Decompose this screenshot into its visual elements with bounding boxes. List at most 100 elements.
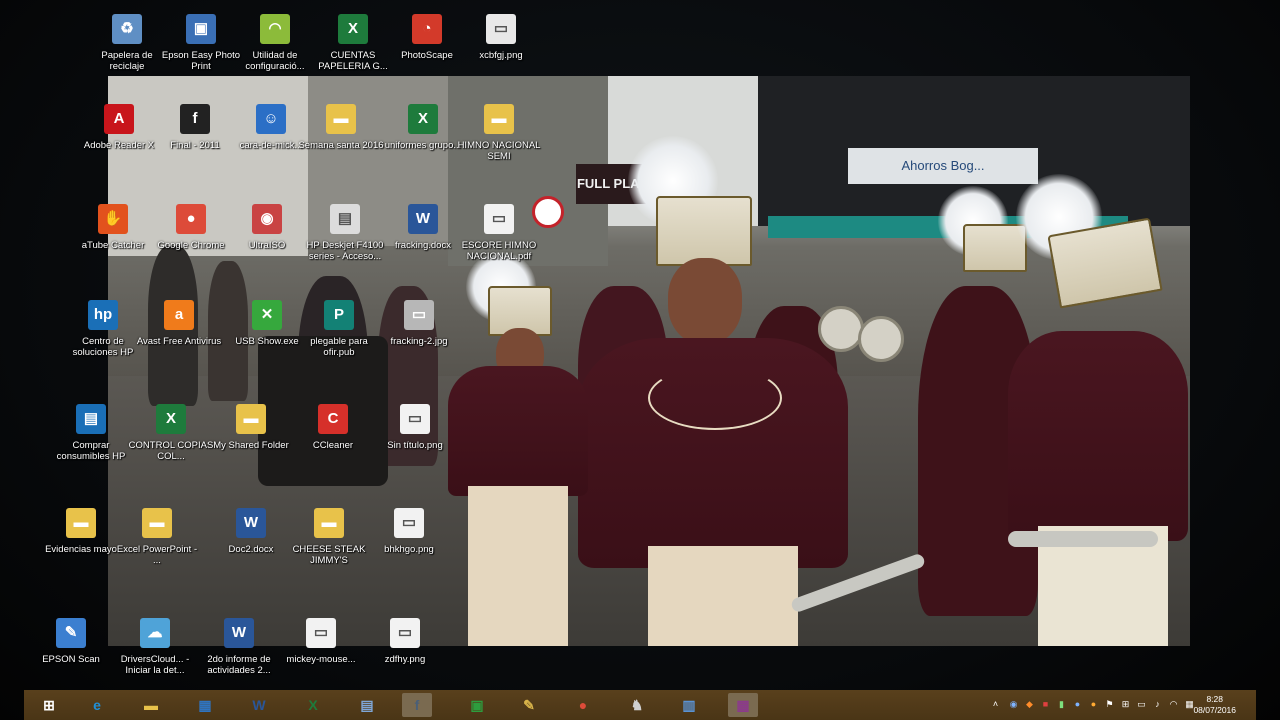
desktop-icon-himno-nacional[interactable]: ▬ HIMNO NACIONAL SEMI	[456, 104, 542, 162]
desktop-icon-label: CONTROL COPIAS COL...	[128, 440, 214, 462]
word-file-icon: W	[408, 204, 438, 234]
taskbar-start-button[interactable]: ⊞	[34, 693, 64, 717]
taskbar-word-button[interactable]: W	[244, 693, 274, 717]
pdf-icon: A	[104, 104, 134, 134]
taskbar-paint-button[interactable]: ✎	[514, 693, 544, 717]
tray-security-icon[interactable]: ◆	[1024, 699, 1035, 710]
folder-icon: ▬	[484, 104, 514, 134]
disc-icon: ◉	[252, 204, 282, 234]
desktop-icon-final-2011[interactable]: f Final - 2011	[152, 104, 238, 151]
tray-signal-icon[interactable]: ▮	[1056, 699, 1067, 710]
image-file-icon: ▭	[394, 508, 424, 538]
excel-file-icon: X	[408, 104, 438, 134]
desktop-icon-ccleaner[interactable]: C CCleaner	[290, 404, 376, 451]
desktop-icon-control-copias[interactable]: X CONTROL COPIAS COL...	[128, 404, 214, 462]
desktop-icon-atube-catcher[interactable]: ✋ aTube Catcher	[70, 204, 156, 251]
tray-wifi-icon[interactable]: ◠	[1168, 699, 1179, 710]
desktop-icon-label: fracking-2.jpg	[390, 336, 448, 347]
image-file-icon: ▭	[390, 618, 420, 648]
excel-file-icon: X	[338, 14, 368, 44]
photoscape-icon: ◔	[412, 14, 442, 44]
desktop-icon-zdfhy[interactable]: ▭ zdfhy.png	[362, 618, 448, 665]
image-file-icon: ▭	[400, 404, 430, 434]
desktop-icon-label: Final - 2011	[170, 140, 220, 151]
taskbar-ie-button[interactable]: e	[82, 693, 112, 717]
desktop-icon-escore-himno[interactable]: ▭ ESCORE HIMNO NACIONAL.pdf	[456, 204, 542, 262]
desktop-wallpaper: Ahorros Bog... FULL PLAY	[108, 76, 1190, 646]
desktop-icon-ultraiso[interactable]: ◉ UltraISO	[224, 204, 310, 251]
band-hat	[963, 224, 1027, 272]
desktop-icon-label: xcbfgj.png	[479, 50, 523, 61]
finale-icon: f	[180, 104, 210, 134]
tray-windows-icon[interactable]: ⊞	[1120, 699, 1131, 710]
chrome-icon: ●	[176, 204, 206, 234]
desktop-icon-label: ESCORE HIMNO NACIONAL.pdf	[461, 240, 537, 262]
photo-print-icon: ▣	[186, 14, 216, 44]
desktop-icon-google-chrome[interactable]: ● Google Chrome	[148, 204, 234, 251]
desktop-icon-evidencias-mayo[interactable]: ▬ Evidencias mayo	[38, 508, 124, 555]
desktop-icon-cheese-steak[interactable]: ▬ CHEESE STEAK JIMMY'S	[286, 508, 372, 566]
tray-battery-icon[interactable]: ▭	[1136, 699, 1147, 710]
desktop-icon-label: Avast Free Antivirus	[136, 336, 222, 347]
desktop-icon-driverscloud[interactable]: ☁ DriversCloud... - Iniciar la det...	[112, 618, 198, 676]
tray-network-icon[interactable]: ◉	[1008, 699, 1019, 710]
desktop-icon-semana-santa[interactable]: ▬ Semana santa 2016	[298, 104, 384, 151]
recycle-bin-icon: ♻	[112, 14, 142, 44]
desktop-icon-uniformes[interactable]: Xuniformes grupo...	[380, 104, 466, 151]
desktop-icon-bhkhgo[interactable]: ▭ bhkhgo.png	[366, 508, 452, 555]
desktop-icon-label: EPSON Scan	[42, 654, 100, 665]
taskbar-finale-button[interactable]: f	[402, 693, 432, 717]
desktop-icon-label: CCleaner	[312, 440, 354, 451]
taskbar-excel-button[interactable]: X	[298, 693, 328, 717]
desktop-icon-label: Evidencias mayo	[45, 544, 117, 555]
desktop-icon-my-shared-folder[interactable]: ▬ My Shared Folder	[208, 404, 294, 451]
tray-avast-icon[interactable]: ●	[1088, 699, 1099, 710]
taskbar-explorer-button[interactable]: ▬	[136, 693, 166, 717]
excel-file-icon: X	[156, 404, 186, 434]
taskbar-winrar-button[interactable]: ▦	[728, 693, 758, 717]
tray-flag-icon[interactable]: ⚑	[1104, 699, 1115, 710]
tray-arrow-icon[interactable]: ˄	[990, 699, 1001, 710]
desktop-icon-label: Utilidad de configuració...	[245, 50, 305, 72]
desktop-icon-sin-titulo[interactable]: ▭ Sin título.png	[372, 404, 458, 451]
scanner-icon: ✎	[56, 618, 86, 648]
tray-app-icon[interactable]: ■	[1040, 699, 1051, 710]
desktop-icon-label: 2do informe de actividades 2...	[207, 654, 271, 676]
desktop-icon-mickey-mouse[interactable]: ▭ mickey-mouse...	[278, 618, 364, 665]
taskbar-hp-solution-button[interactable]: ▦	[190, 693, 220, 717]
taskbar: ⊞ e ▬ ▦ W X ▤ f ▣ ✎ ● ♞ ▥ ▦ ˄ ◉ ◆ ■ ▮ ● ● ⚑ ⊞ ▭ ♪ ◠ ▦…	[24, 690, 1256, 720]
desktop-icon-label: UltraISO	[248, 240, 286, 251]
desktop-icon-fracking-2[interactable]: ▭ fracking-2.jpg	[376, 300, 462, 347]
taskbar-network-button[interactable]: ▥	[674, 693, 704, 717]
desktop-icon-2do-informe[interactable]: W 2do informe de actividades 2...	[196, 618, 282, 676]
desktop-icon-avast[interactable]: a Avast Free Antivirus	[136, 300, 222, 347]
desktop-icon-plegable[interactable]: Pplegable para ofir.pub	[296, 300, 382, 358]
desktop-icon-centro-soluciones-hp[interactable]: hp Centro de soluciones HP	[60, 300, 146, 358]
taskbar-notepad-button[interactable]: ▤	[352, 693, 382, 717]
desktop-icon-label: Adobe Reader X	[83, 140, 155, 151]
image-file-icon: ☺	[256, 104, 286, 134]
desktop-icon-xcbfgj[interactable]: ▭ xcbfgj.png	[458, 14, 544, 61]
clock-date: 08/07/2016	[1193, 705, 1236, 715]
desktop-icon-excel-powerpoint[interactable]: ▬ Excel PowerPoint - ...	[114, 508, 200, 566]
desktop-icon-utilidad-config[interactable]: ◠ Utilidad de configuració...	[232, 14, 318, 72]
taskbar-clock[interactable]: 8:28 08/07/2016	[1193, 694, 1236, 716]
desktop-icon-fracking-docx[interactable]: Wfracking.docx	[380, 204, 466, 251]
monitor-screen: Ahorros Bog... FULL PLAY ♻ Papelera de r…	[0, 0, 1280, 720]
tray-hp-icon[interactable]: ●	[1072, 699, 1083, 710]
taskbar-chrome-button[interactable]: ●	[568, 693, 598, 717]
pdf-file-icon: ▭	[484, 204, 514, 234]
desktop-icon-hp-deskjet[interactable]: ▤ HP Deskjet F4100 series - Acceso...	[302, 204, 388, 262]
desktop-icon-label: Doc2.docx	[228, 544, 274, 555]
desktop-icon-adobe-reader[interactable]: A Adobe Reader X	[76, 104, 162, 151]
folder-icon: ▬	[314, 508, 344, 538]
desktop-icon-comprar-consumibles[interactable]: ▤ Comprar consumibles HP	[48, 404, 134, 462]
taskbar-store-button[interactable]: ▣	[462, 693, 492, 717]
tray-volume-icon[interactable]: ♪	[1152, 699, 1163, 710]
desktop-icon-doc2[interactable]: W Doc2.docx	[208, 508, 294, 555]
printer-icon: ▤	[330, 204, 360, 234]
desktop-icon-label: mickey-mouse...	[286, 654, 356, 665]
desktop-icon-label: Comprar consumibles HP	[56, 440, 126, 462]
desktop-icon-epson-scan[interactable]: ✎ EPSON Scan	[28, 618, 114, 665]
taskbar-inkscape-button[interactable]: ♞	[622, 693, 652, 717]
